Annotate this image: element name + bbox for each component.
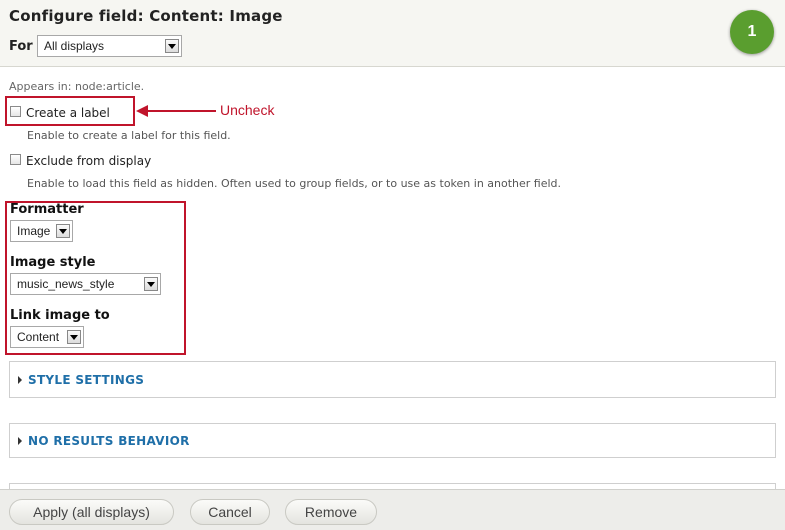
no-results-label: NO RESULTS BEHAVIOR (28, 434, 190, 448)
chevron-down-icon (56, 224, 70, 238)
image-style-select[interactable]: music_news_style (10, 273, 161, 295)
triangle-right-icon (18, 437, 22, 445)
create-label-description: Enable to create a label for this field. (27, 129, 231, 142)
no-results-toggle[interactable]: NO RESULTS BEHAVIOR (18, 434, 190, 448)
link-image-label: Link image to (10, 308, 110, 323)
link-image-select[interactable]: Content (10, 326, 84, 348)
exclude-display-checkbox[interactable] (10, 154, 21, 165)
link-image-value: Content (17, 330, 60, 344)
for-label: For (9, 39, 33, 54)
apply-button[interactable]: Apply (all displays) (9, 499, 174, 525)
formatter-label: Formatter (10, 202, 84, 217)
create-label-label[interactable]: Create a label (26, 106, 110, 120)
dialog-title: Configure field: Content: Image (9, 7, 283, 25)
for-display-select[interactable]: All displays (37, 35, 182, 57)
chevron-down-icon (165, 39, 179, 53)
style-settings-label: STYLE SETTINGS (28, 373, 145, 387)
no-results-fieldset: NO RESULTS BEHAVIOR (9, 423, 776, 458)
style-settings-toggle[interactable]: STYLE SETTINGS (18, 373, 144, 387)
image-style-value: music_news_style (17, 277, 115, 291)
image-style-label: Image style (10, 255, 96, 270)
appears-in-text: Appears in: node:article. (9, 80, 145, 93)
triangle-right-icon (18, 376, 22, 384)
chevron-down-icon (144, 277, 158, 291)
style-settings-fieldset: STYLE SETTINGS (9, 361, 776, 398)
step-badge: 1 (730, 10, 774, 54)
exclude-display-description: Enable to load this field as hidden. Oft… (27, 177, 562, 190)
remove-button[interactable]: Remove (285, 499, 377, 525)
annotation-arrow-icon (136, 105, 216, 117)
formatter-select[interactable]: Image (10, 220, 73, 242)
create-label-checkbox[interactable] (10, 106, 21, 117)
cancel-button[interactable]: Cancel (190, 499, 270, 525)
annotation-uncheck: Uncheck (220, 102, 275, 118)
formatter-value: Image (17, 224, 51, 238)
dialog-header: Configure field: Content: Image For All … (0, 0, 785, 67)
exclude-display-label[interactable]: Exclude from display (26, 154, 151, 168)
dialog-footer: Apply (all displays) Cancel Remove (0, 489, 785, 530)
chevron-down-icon (67, 330, 81, 344)
for-display-value: All displays (44, 39, 105, 53)
